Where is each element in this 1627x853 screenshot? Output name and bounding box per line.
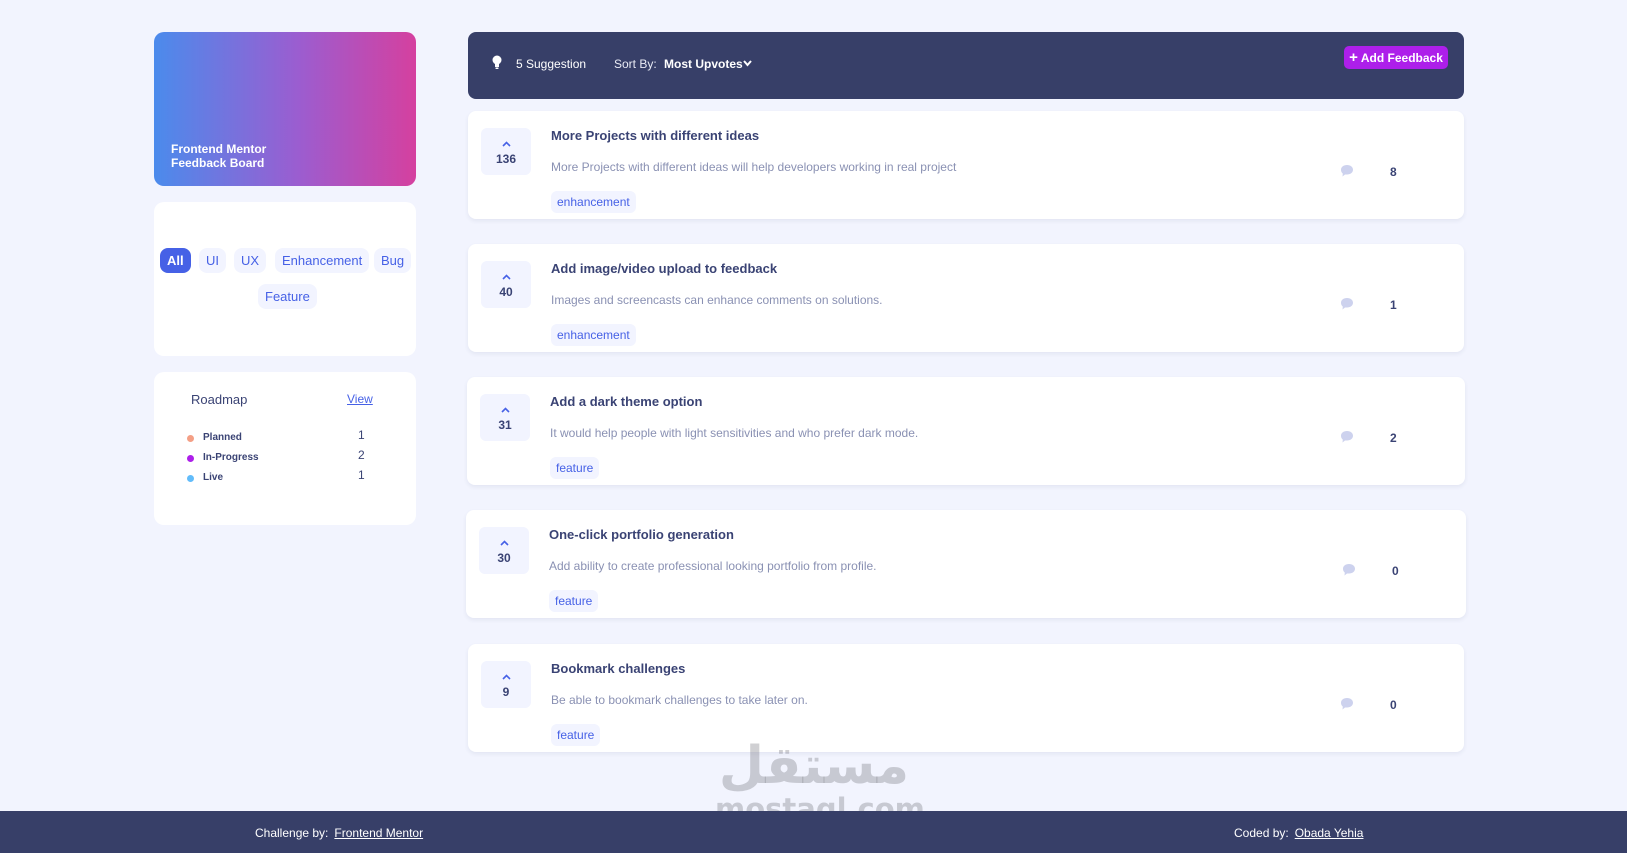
upvote-button[interactable]: 30	[479, 527, 529, 574]
upvote-count: 30	[497, 551, 511, 565]
chevron-up-icon	[502, 674, 511, 680]
feedback-card[interactable]: 9 Bookmark challenges Be able to bookmar…	[468, 644, 1464, 752]
add-feedback-button[interactable]: + Add Feedback	[1344, 46, 1448, 69]
chevron-up-icon	[502, 141, 511, 147]
brand-card: Frontend Mentor Feedback Board	[154, 32, 416, 186]
feedback-description: Be able to bookmark challenges to take l…	[551, 693, 808, 707]
filter-feature[interactable]: Feature	[258, 284, 317, 309]
chevron-up-icon	[501, 407, 510, 413]
filter-ui[interactable]: UI	[199, 248, 226, 273]
feedback-title[interactable]: Add image/video upload to feedback	[551, 261, 777, 276]
comment-count: 0	[1392, 564, 1399, 578]
filter-bug[interactable]: Bug	[374, 248, 412, 273]
add-feedback-label: Add Feedback	[1360, 50, 1443, 65]
frontend-mentor-link[interactable]: Frontend Mentor	[334, 826, 423, 840]
upvote-button[interactable]: 9	[481, 661, 531, 708]
live-dot-icon	[187, 475, 194, 482]
feedback-tag[interactable]: enhancement	[551, 191, 636, 213]
brand-title: Frontend Mentor	[171, 142, 267, 156]
upvote-button[interactable]: 31	[480, 394, 530, 441]
coder-credit: Coded by: Obada Yehia	[1234, 826, 1363, 840]
comment-count: 1	[1390, 298, 1397, 312]
comment-bubble-icon	[1343, 564, 1355, 576]
roadmap-panel: Roadmap View Planned 1 In-Progress 2 Liv…	[154, 372, 416, 525]
feedback-tag[interactable]: enhancement	[551, 324, 636, 346]
roadmap-item-count: 2	[358, 448, 365, 462]
feedback-description: Add ability to create professional looki…	[549, 559, 877, 573]
roadmap-title: Roadmap	[191, 392, 248, 407]
author-link[interactable]: Obada Yehia	[1295, 826, 1364, 840]
chevron-up-icon	[500, 540, 509, 546]
filter-all[interactable]: All	[160, 248, 191, 273]
feedback-description: Images and screencasts can enhance comme…	[551, 293, 883, 307]
comment-bubble-icon	[1341, 298, 1353, 310]
roadmap-view-link[interactable]: View	[347, 392, 373, 406]
feedback-card[interactable]: 40 Add image/video upload to feedback Im…	[468, 244, 1464, 352]
feedback-tag[interactable]: feature	[549, 590, 599, 612]
feedback-title[interactable]: More Projects with different ideas	[551, 128, 759, 143]
comment-bubble-icon	[1341, 431, 1353, 443]
chevron-down-icon[interactable]	[743, 59, 752, 67]
upvote-count: 9	[502, 685, 510, 699]
roadmap-item-count: 1	[358, 428, 365, 442]
feedback-title[interactable]: Add a dark theme option	[550, 394, 702, 409]
feedback-description: More Projects with different ideas will …	[551, 160, 957, 174]
comment-bubble-icon	[1341, 698, 1353, 710]
feedback-tag[interactable]: feature	[551, 724, 601, 746]
challenge-credit: Challenge by: Frontend Mentor	[255, 826, 423, 840]
feedback-card[interactable]: 136 More Projects with different ideas M…	[468, 111, 1464, 219]
feedback-title[interactable]: One-click portfolio generation	[549, 527, 734, 542]
roadmap-item-label: Planned	[203, 432, 242, 443]
roadmap-item-label: Live	[203, 472, 224, 483]
upvote-count: 40	[499, 285, 513, 299]
comment-count: 8	[1390, 165, 1397, 179]
roadmap-item-planned: Planned 1	[187, 428, 377, 446]
roadmap-item-live: Live 1	[187, 468, 377, 486]
upvote-button[interactable]: 136	[481, 128, 531, 175]
feedback-card[interactable]: 30 One-click portfolio generation Add ab…	[466, 510, 1466, 618]
chevron-up-icon	[502, 274, 511, 280]
sort-dropdown[interactable]: Most Upvotes	[664, 57, 743, 71]
coded-label: Coded by:	[1234, 826, 1289, 840]
upvote-button[interactable]: 40	[481, 261, 531, 308]
sort-label: Sort By:	[614, 57, 657, 71]
brand-subtitle: Feedback Board	[171, 156, 265, 170]
comment-bubble-icon	[1341, 165, 1353, 177]
lightbulb-icon	[492, 55, 502, 69]
watermark-arabic: مستقل	[718, 736, 910, 796]
filter-enhancement[interactable]: Enhancement	[275, 248, 370, 273]
category-filter-panel: All UI UX Enhancement Bug Feature	[154, 202, 416, 356]
feedback-title[interactable]: Bookmark challenges	[551, 661, 685, 676]
roadmap-item-label: In-Progress	[203, 452, 259, 463]
suggestions-toolbar: 5 Suggestion Sort By: Most Upvotes + Add…	[468, 32, 1464, 99]
upvote-count: 31	[498, 418, 512, 432]
upvote-count: 136	[495, 152, 517, 166]
roadmap-item-count: 1	[358, 468, 365, 482]
feedback-tag[interactable]: feature	[550, 457, 600, 479]
roadmap-item-in-progress: In-Progress 2	[187, 448, 377, 466]
suggestion-count: 5 Suggestion	[516, 57, 587, 71]
challenge-label: Challenge by:	[255, 826, 329, 840]
filter-ux[interactable]: UX	[234, 248, 267, 273]
feedback-description: It would help people with light sensitiv…	[550, 426, 919, 440]
comment-count: 2	[1390, 431, 1397, 445]
planned-dot-icon	[187, 435, 194, 442]
plus-icon: +	[1349, 49, 1358, 66]
in-progress-dot-icon	[187, 455, 194, 462]
comment-count: 0	[1390, 698, 1397, 712]
page-footer: Challenge by: Frontend Mentor Coded by: Ob…	[0, 811, 1627, 853]
feedback-card[interactable]: 31 Add a dark theme option It would help…	[467, 377, 1465, 485]
